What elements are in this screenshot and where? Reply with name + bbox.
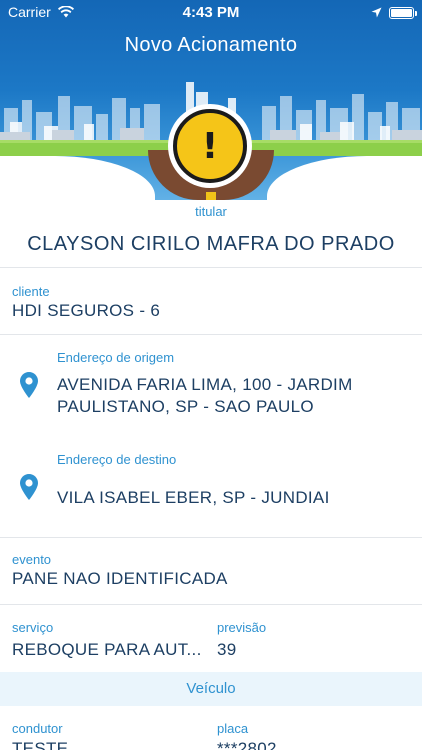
veiculo-section-header: Veículo <box>0 672 422 706</box>
titular-name: CLAYSON CIRILO MAFRA DO PRADO <box>27 233 395 255</box>
origem-value: AVENIDA FARIA LIMA, 100 - JARDIM PAULIST… <box>57 375 353 416</box>
evento-value: PANE NAO IDENTIFICADA <box>12 569 228 588</box>
servico-label: serviço <box>12 620 54 635</box>
condutor-label: condutor <box>12 721 63 736</box>
divider <box>0 267 422 268</box>
divider <box>0 334 422 335</box>
placa-value: ***2802 <box>217 739 277 750</box>
page-title: Novo Acionamento <box>124 34 298 56</box>
exclamation-icon: ! <box>173 109 247 183</box>
origem-label: Endereço de origem <box>57 350 175 365</box>
header-hero: Carrier 4:43 PM Novo Acionamento ! <box>0 0 422 200</box>
cliente-label: cliente <box>12 284 50 299</box>
divider <box>0 537 422 538</box>
titular-label: titular <box>195 204 227 219</box>
condutor-value: TESTE <box>12 739 69 750</box>
status-bar: Carrier 4:43 PM <box>0 0 422 26</box>
location-arrow-icon <box>371 5 382 21</box>
alert-badge: ! <box>168 104 252 188</box>
destino-label: Endereço de destino <box>57 452 177 467</box>
servico-value: REBOQUE PARA AUT... <box>12 640 202 659</box>
clock: 4:43 PM <box>182 4 240 21</box>
destino-value: VILA ISABEL EBER, SP - JUNDIAI <box>57 488 330 507</box>
previsao-label: previsão <box>217 620 267 635</box>
previsao-value: 39 <box>217 640 237 659</box>
battery-icon <box>389 7 417 19</box>
divider <box>0 604 422 605</box>
placa-label: placa <box>217 721 249 736</box>
location-pin-icon <box>20 372 38 398</box>
cliente-value: HDI SEGUROS - 6 <box>12 301 161 320</box>
location-pin-icon <box>20 474 38 500</box>
evento-label: evento <box>12 552 52 567</box>
